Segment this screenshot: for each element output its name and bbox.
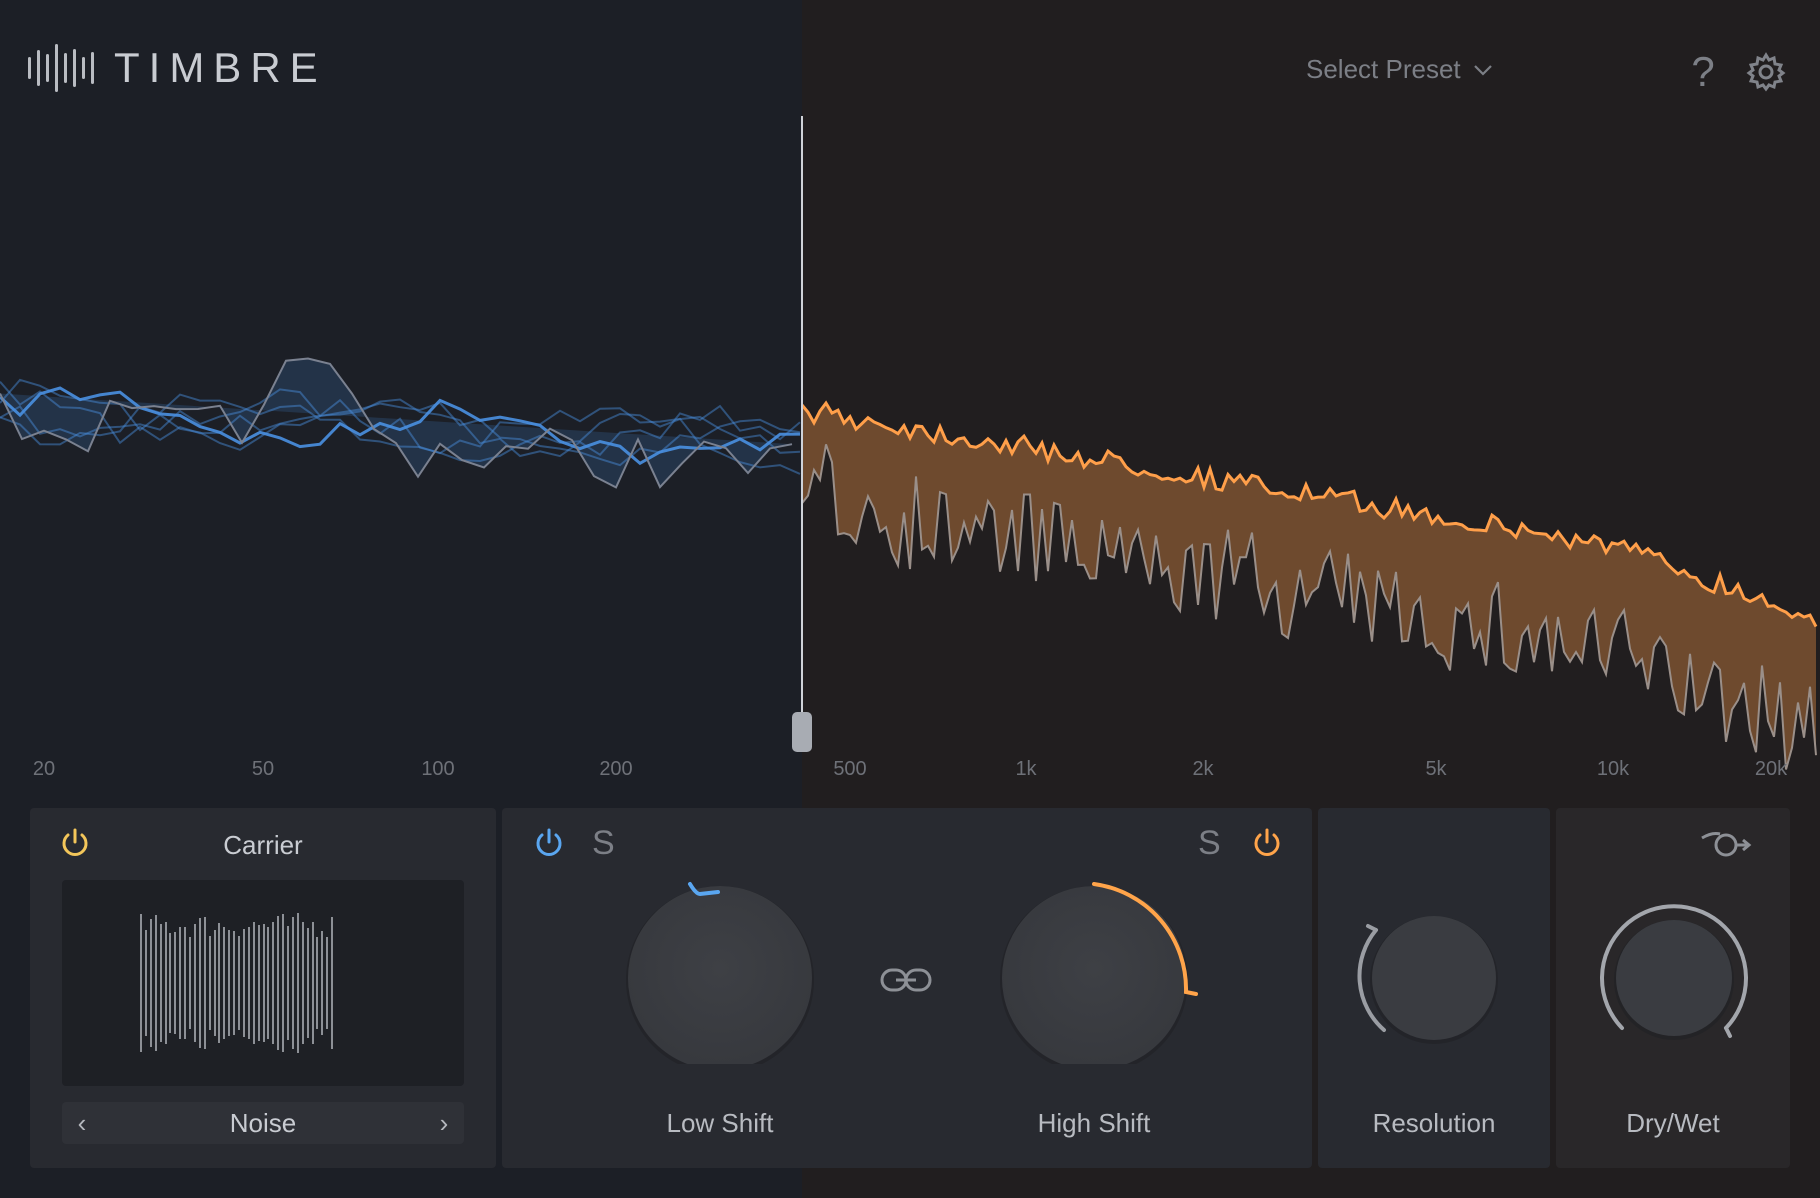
- resolution-panel: Resolution: [1318, 808, 1550, 1168]
- waveform-bar: [233, 930, 236, 1036]
- waveform-bar: [252, 922, 255, 1044]
- shift-panel: S S Low Shift High Shift: [502, 808, 1312, 1168]
- waveform-bar: [223, 927, 226, 1039]
- waveform-bar: [218, 922, 221, 1044]
- freq-label: 1k: [1015, 758, 1037, 780]
- chevron-left-icon: ‹: [77, 1108, 87, 1138]
- waveform-bar: [247, 927, 250, 1039]
- resolution-label: Resolution: [1372, 1108, 1496, 1138]
- waveform-bar: [262, 924, 265, 1042]
- waveform-bar: [291, 917, 294, 1049]
- waveform-bar: [203, 916, 206, 1049]
- logo-bars-icon: [28, 44, 94, 92]
- chevron-right-icon: ›: [439, 1108, 449, 1138]
- waveform-bar: [321, 930, 324, 1036]
- waveform-bar: [169, 933, 172, 1033]
- carrier-source-selector: ‹ Noise ›: [62, 1102, 464, 1144]
- freq-label: 50: [251, 758, 275, 780]
- waveform-bar: [213, 930, 216, 1036]
- carrier-waveform: [62, 880, 464, 1086]
- link-icon[interactable]: [880, 966, 932, 994]
- crossover-line: [801, 116, 803, 752]
- freq-label: 100: [421, 758, 455, 780]
- routing-icon[interactable]: [1698, 828, 1754, 860]
- waveform-bar: [277, 915, 280, 1051]
- waveform-bar: [174, 931, 177, 1035]
- waveform-bar: [296, 913, 299, 1053]
- waveform-bar: [272, 922, 275, 1044]
- waveform-bar: [140, 913, 142, 1053]
- preset-selector[interactable]: Select Preset: [1306, 54, 1493, 85]
- freq-label: 200: [599, 758, 633, 780]
- freq-label: 10k: [1596, 758, 1630, 780]
- next-source-button[interactable]: ›: [424, 1102, 464, 1144]
- freq-label: 20: [32, 758, 56, 780]
- waveform-bar: [154, 914, 157, 1052]
- waveform-bar: [159, 923, 162, 1043]
- carrier-panel: Carrier ‹ Noise ›: [30, 808, 496, 1168]
- spectrum-display[interactable]: [0, 110, 1820, 800]
- freq-label: 20k: [1754, 758, 1788, 780]
- app-title: TIMBRE: [114, 44, 327, 91]
- waveform-bar: [306, 927, 309, 1039]
- carrier-source-label: Noise: [229, 1108, 297, 1138]
- high-shift-label: High Shift: [1037, 1108, 1151, 1138]
- waveform-bar: [311, 922, 314, 1044]
- waveform-bar: [242, 928, 245, 1038]
- high-band-fill: [802, 403, 1816, 770]
- waveform-bar: [326, 937, 329, 1029]
- freq-label: 5k: [1425, 758, 1447, 780]
- low-power-icon[interactable]: [532, 826, 566, 860]
- waveform-bar: [208, 935, 211, 1031]
- waveform-bar: [257, 925, 260, 1041]
- waveform-bar: [189, 936, 191, 1030]
- waveform-bar: [331, 916, 334, 1049]
- waveform-bar: [301, 921, 304, 1045]
- crossover-handle[interactable]: [792, 712, 812, 752]
- timbre-plugin-window: TIMBRE Select Preset ? 20 50 100 200 500…: [0, 0, 1820, 1198]
- low-shift-knob[interactable]: [600, 864, 840, 1064]
- high-shift-knob[interactable]: [974, 864, 1214, 1064]
- gear-icon[interactable]: [1746, 52, 1786, 92]
- help-button[interactable]: ?: [1688, 48, 1718, 96]
- chevron-down-icon: [1473, 64, 1492, 76]
- resolution-knob[interactable]: [1354, 898, 1514, 1058]
- waveform-bar: [238, 936, 240, 1030]
- waveform-bar: [149, 919, 152, 1047]
- prev-source-button[interactable]: ‹: [62, 1102, 102, 1144]
- preset-label: Select Preset: [1306, 54, 1461, 84]
- waveform-bar: [184, 927, 187, 1039]
- drywet-label: Dry/Wet: [1626, 1108, 1720, 1138]
- drywet-panel: Dry/Wet: [1556, 808, 1790, 1168]
- waveform-bar: [282, 914, 285, 1052]
- help-icon: ?: [1691, 48, 1715, 95]
- low-band-spectrum: [0, 357, 801, 489]
- carrier-title: Carrier: [223, 830, 303, 860]
- high-power-icon[interactable]: [1250, 826, 1284, 860]
- waveform-bar: [193, 923, 196, 1043]
- waveform-bar: [164, 922, 167, 1044]
- low-shift-label: Low Shift: [666, 1108, 774, 1138]
- waveform-bar: [198, 918, 201, 1048]
- waveform-bar: [228, 930, 231, 1036]
- high-band-spectrum: [800, 400, 1818, 770]
- freq-label: 500: [833, 758, 867, 780]
- drywet-knob[interactable]: [1594, 898, 1754, 1058]
- freq-label: 2k: [1192, 758, 1214, 780]
- low-solo-button[interactable]: S: [592, 824, 615, 863]
- waveform-bar: [267, 927, 270, 1039]
- high-solo-button[interactable]: S: [1198, 824, 1221, 863]
- waveform-bar: [179, 926, 182, 1040]
- waveform-bar: [316, 936, 319, 1030]
- waveform-bar: [287, 926, 289, 1040]
- waveform-bar: [144, 930, 147, 1036]
- app-logo: TIMBRE: [28, 44, 327, 92]
